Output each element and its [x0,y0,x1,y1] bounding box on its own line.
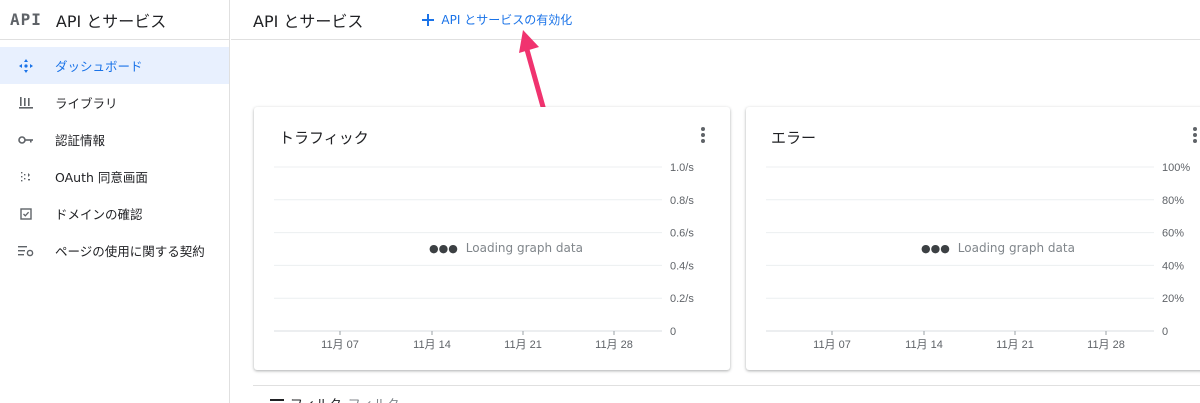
filter-label: フィルタ [290,394,342,403]
loading-dots-icon: ●●● [921,241,950,255]
errors-x-tick-label: 11月 28 [1087,339,1125,351]
more-vert-dot [1193,139,1197,143]
sidebar-item-oauth-consent[interactable]: OAuth 同意画面 [0,158,229,195]
traffic-x-tick-label: 11月 07 [321,339,359,351]
traffic-y-tick-label: 0.2/s [670,293,694,305]
product-title: API とサービス [55,11,167,31]
key-icon [17,131,35,149]
sidebar-item-label: ライブラリ [55,96,118,111]
traffic-x-tick-label: 11月 14 [413,339,451,351]
traffic-x-tick-label: 11月 28 [595,339,633,351]
more-vert-dot [701,133,705,137]
traffic-y-tick-label: 1.0/s [670,162,694,174]
errors-y-tick-label: 100% [1162,162,1190,174]
traffic-y-tick-label: 0 [670,326,676,338]
sidebar-item-dashboard[interactable]: ダッシュボード [0,47,229,84]
consent-icon [17,168,35,186]
sidebar-nav: ダッシュボード ライブラリ 認証情報 OAuth 同意画面 ドメインの確認 ペー… [0,47,229,269]
traffic-loading-text: Loading graph data [465,241,583,255]
errors-x-tick-label: 11月 07 [813,339,851,351]
traffic-x-tick-label: 11月 21 [504,339,542,351]
sidebar-item-label: ページの使用に関する契約 [55,244,205,259]
settings-list-icon [17,242,35,260]
sidebar-item-label: 認証情報 [55,133,106,148]
errors-card-menu-button[interactable] [1192,127,1198,145]
errors-card-title: エラー [771,129,817,147]
traffic-card-menu-button[interactable] [700,127,706,145]
sidebar-item-label: ダッシュボード [55,59,143,74]
traffic-y-tick-label: 0.8/s [670,195,694,207]
filter-divider [253,385,1200,386]
errors-x-tick-label: 11月 21 [996,339,1034,351]
sidebar-header: API API とサービス [0,0,229,40]
sidebar-item-label: OAuth 同意画面 [55,170,148,185]
errors-loading-text: Loading graph data [957,241,1075,255]
annotation-arrow [519,30,548,117]
api-logo: API [10,10,42,29]
traffic-card: 1.0/s 0.8/s 0.6/s 0.4/s 0.2/s 0 11月 07 11月 14 11… [254,107,730,370]
sidebar-item-label: ドメインの確認 [55,207,143,222]
top-bar: API とサービス API とサービスの有効化 [231,0,1200,40]
traffic-card-title: トラフィック [279,129,369,147]
errors-y-tick-label: 20% [1162,293,1184,305]
errors-loading: ●●● Loading graph data [921,241,1075,255]
more-vert-dot [1193,133,1197,137]
plus-icon [422,13,435,26]
sidebar-item-library[interactable]: ライブラリ [0,84,229,121]
sidebar: API API とサービス ダッシュボード ライブラリ 認証情報 OAuth 同… [0,0,230,403]
sidebar-item-page-usage-agreements[interactable]: ページの使用に関する契約 [0,232,229,269]
page-title: API とサービス [253,11,364,31]
errors-y-tick-label: 40% [1162,260,1184,272]
dashboard-icon [17,57,35,75]
more-vert-dot [701,139,705,143]
more-vert-icon [1193,127,1197,131]
sidebar-item-credentials[interactable]: 認証情報 [0,121,229,158]
enable-apis-label: API とサービスの有効化 [441,13,573,27]
loading-dots-icon: ●●● [429,241,458,255]
errors-y-tick-label: 80% [1162,195,1184,207]
errors-x-tick-label: 11月 14 [905,339,943,351]
checkbox-icon [17,205,35,223]
filter-icon [270,398,284,403]
filter-bar[interactable]: フィルタ フィルタ [270,394,400,403]
traffic-y-tick-label: 0.4/s [670,260,694,272]
enable-apis-button[interactable]: API とサービスの有効化 [421,11,572,28]
errors-card: 100% 80% 60% 40% 20% 0 11月 07 11月 14 11月 21 11月 2… [746,107,1200,370]
sidebar-item-domain-verification[interactable]: ドメインの確認 [0,195,229,232]
traffic-y-tick-label: 0.6/s [670,228,694,240]
traffic-loading: ●●● Loading graph data [429,241,583,255]
errors-y-tick-label: 0 [1162,326,1168,338]
filter-input[interactable]: フィルタ [348,394,400,403]
errors-y-tick-label: 60% [1162,228,1184,240]
more-vert-icon [701,127,705,131]
library-icon [17,94,35,112]
